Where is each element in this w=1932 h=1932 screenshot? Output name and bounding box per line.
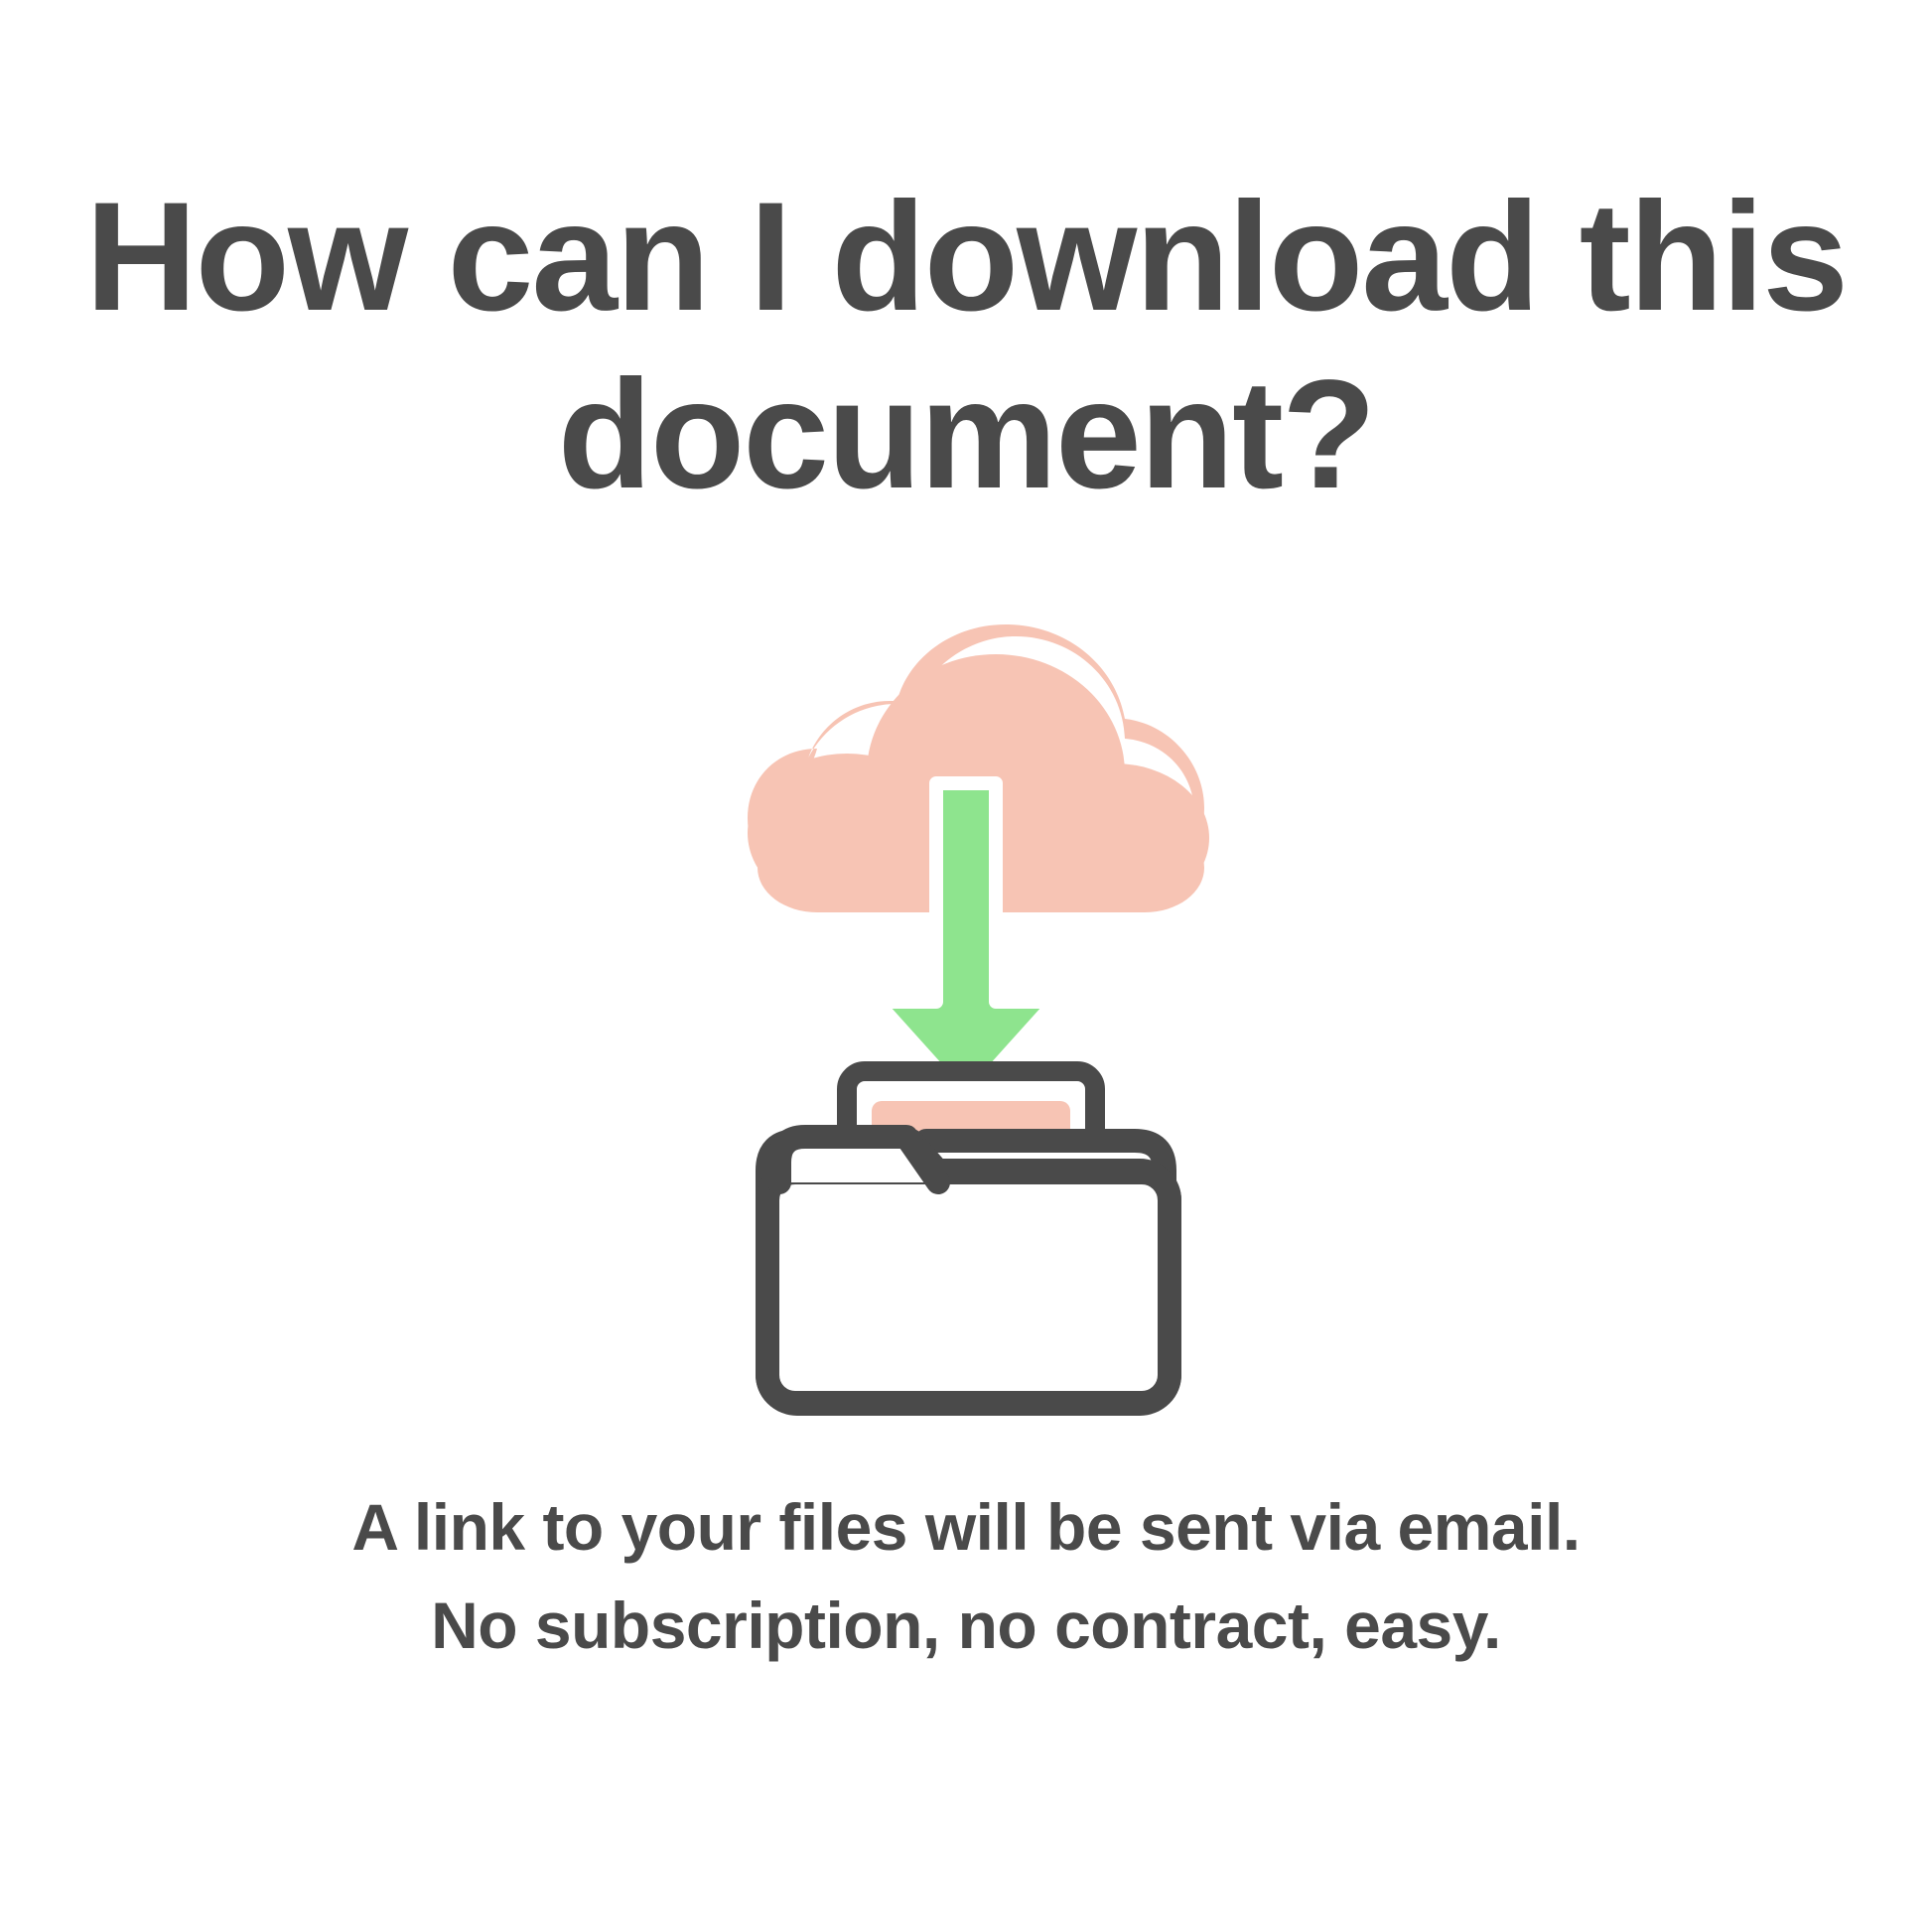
- page-heading: How can I download this document?: [0, 169, 1932, 525]
- subtext-block: A link to your files will be sent via em…: [351, 1478, 1580, 1675]
- cloud-download-folder-icon: [619, 605, 1313, 1419]
- subtext-line-1: A link to your files will be sent via em…: [351, 1478, 1580, 1577]
- download-illustration: [619, 605, 1313, 1419]
- folder-icon: [767, 1137, 1170, 1404]
- subtext-line-2: No subscription, no contract, easy.: [351, 1577, 1580, 1675]
